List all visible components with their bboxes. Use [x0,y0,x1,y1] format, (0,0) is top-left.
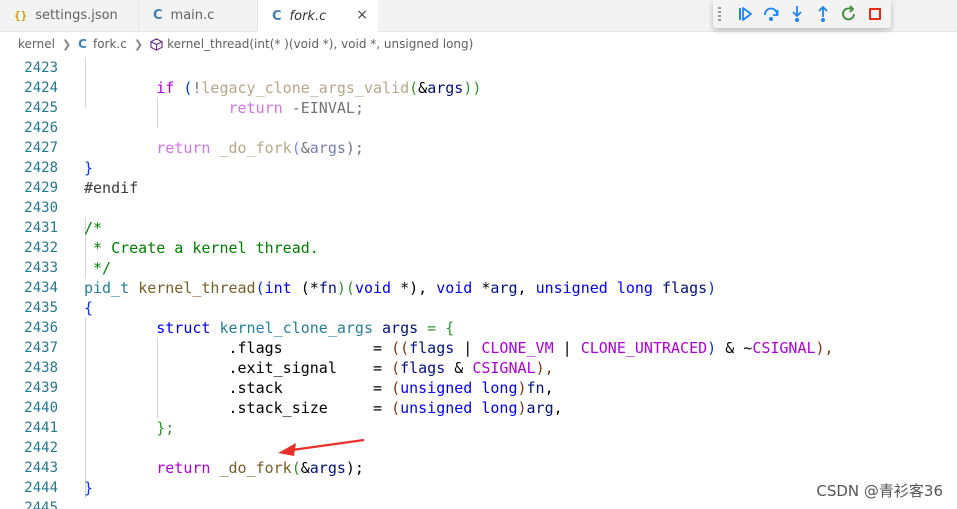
code-line: /* [84,219,103,237]
line-number: 2437 [24,340,58,356]
tab-label: fork.c [289,8,327,24]
line-number: 2436 [24,320,58,336]
line-number: 2425 [24,100,58,116]
code-line: */ [84,259,112,277]
breadcrumb: kernel ❯ C fork.c ❯ kernel_thread(int(* … [0,32,957,56]
symbol-method-icon [150,37,163,51]
tab-label: main.c [170,8,215,23]
code-line: pid_t kernel_thread(int (*fn)(void *), v… [84,279,717,297]
code-line: #endif [84,179,139,197]
code-line: * Create a kernel thread. [84,239,319,257]
code-line: return -EINVAL; [228,99,364,117]
line-number: 2439 [24,380,58,396]
breadcrumb-file[interactable]: fork.c [93,37,127,51]
code-line: } [84,479,94,497]
code-lines: if (!legacy_clone_args_valid(&args)) ret… [84,58,834,509]
code-line: struct kernel_clone_args args = { [156,319,455,337]
code-line: .exit_signal = (flags & CSIGNAL), [228,359,554,377]
restart-icon[interactable] [839,4,859,24]
c-file-icon: C [272,8,282,24]
code-line: if (!legacy_clone_args_valid(&args)) [156,79,482,97]
continue-icon[interactable] [735,4,755,24]
line-number: 2435 [24,300,58,316]
json-file-icon: {} [14,9,28,22]
drag-handle-icon[interactable] [718,7,722,21]
line-number: 2427 [24,140,58,156]
line-number: 2441 [24,420,58,436]
tab-settings-json[interactable]: {} settings.json [0,0,138,31]
code-line: .stack_size = (unsigned long)arg, [228,399,563,417]
tab-main-c[interactable]: C main.c [139,0,257,31]
line-number: 2426 [24,120,58,136]
line-number: 2429 [24,180,58,196]
c-file-icon: C [153,8,163,23]
line-number: 2428 [24,160,58,176]
code-line: }; [156,419,175,437]
line-number: 2423 [24,60,58,76]
line-number: 2433 [24,260,58,276]
line-number: 2444 [24,480,58,496]
line-number: 2440 [24,400,58,416]
line-number: 2445 [24,500,58,509]
c-file-icon: C [78,37,87,51]
breadcrumb-folder[interactable]: kernel [18,37,55,51]
chevron-right-icon: ❯ [61,37,72,51]
chevron-right-icon: ❯ [133,37,144,51]
line-number: 2438 [24,360,58,376]
line-number-gutter: 2423 2424 2425 2426 2427 2428 2429 2430 2431 2432… [0,58,60,509]
code-editor[interactable]: 2423 2424 2425 2426 2427 2428 2429 2430 2431 2432… [0,58,957,509]
annotation-arrow-icon [278,438,365,456]
line-number: 2443 [24,460,58,476]
line-number: 2442 [24,440,58,456]
step-over-icon[interactable] [761,4,781,24]
code-line: .stack = (unsigned long)fn, [228,379,554,397]
step-out-icon[interactable] [813,4,833,24]
line-number: 2430 [24,200,58,216]
line-number: 2424 [24,80,58,96]
code-line: return _do_fork(&args); [156,459,364,477]
close-icon[interactable]: × [356,7,368,23]
code-line: .flags = ((flags | CLONE_VM | CLONE_UNTR… [228,339,834,357]
code-line: { [84,299,94,317]
stop-icon[interactable] [865,4,885,24]
tab-label: settings.json [35,8,118,23]
line-number: 2432 [24,240,58,256]
code-line: } [84,159,94,177]
watermark: CSDN @青衫客36 [816,482,943,500]
debug-toolbar [713,0,891,28]
breadcrumb-symbol[interactable]: kernel_thread(int(* )(void *), void *, u… [167,37,473,51]
step-into-icon[interactable] [787,4,807,24]
tab-fork-c[interactable]: C fork.c × [258,0,378,32]
line-number: 2431 [24,220,58,236]
code-line: return _do_fork(&args); [156,139,364,157]
line-number: 2434 [24,280,58,296]
